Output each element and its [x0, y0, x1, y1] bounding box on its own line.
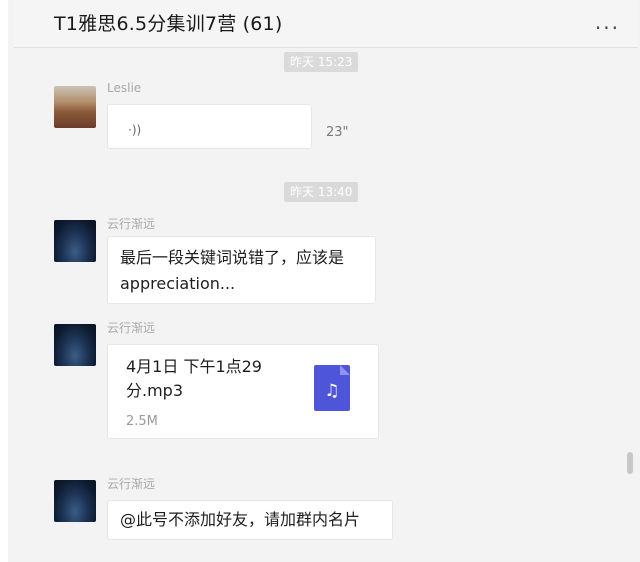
avatar[interactable]	[54, 480, 96, 522]
sender-name: 云行渐远	[107, 321, 156, 335]
file-message-card[interactable]: 4月1日 下午1点29分.mp3 2.5M ♫	[107, 344, 379, 439]
music-file-icon: ♫	[314, 365, 350, 411]
more-options-button[interactable]: ...	[595, 10, 620, 34]
file-name: 4月1日 下午1点29分.mp3	[126, 357, 262, 400]
window-left-edge	[0, 0, 8, 562]
message-text: @此号不添加好友，请加群内名片	[120, 510, 361, 529]
message-text-line: appreciation...	[120, 274, 236, 293]
chat-title: T1雅思6.5分集训7营 (61)	[54, 13, 283, 35]
time-separator: 昨天 15:23	[284, 52, 359, 72]
chat-header: T1雅思6.5分集训7营 (61) ...	[14, 0, 638, 48]
sender-name: 云行渐远	[107, 217, 156, 231]
voice-icon: ·))	[128, 123, 142, 137]
voice-message-bubble[interactable]: ·))	[107, 104, 312, 149]
file-size: 2.5M	[126, 414, 158, 429]
avatar[interactable]	[54, 220, 96, 262]
chat-window: T1雅思6.5分集训7营 (61) ... 昨天 15:23 Leslie ·)…	[0, 0, 640, 562]
voice-duration: 23"	[326, 125, 349, 140]
sender-name: Leslie	[107, 81, 142, 95]
text-message-bubble[interactable]: @此号不添加好友，请加群内名片	[107, 500, 393, 540]
music-note-icon: ♫	[324, 381, 340, 401]
message-text-line: 最后一段关键词说错了，应该是	[120, 248, 345, 267]
sender-name: 云行渐远	[107, 477, 156, 491]
text-message-bubble[interactable]: 最后一段关键词说错了，应该是 appreciation...	[107, 236, 376, 304]
scrollbar-thumb[interactable]	[627, 452, 633, 474]
message-list[interactable]: 昨天 15:23 Leslie ·)) 23" 昨天 13:40 云行渐远 最后…	[14, 48, 638, 562]
time-separator: 昨天 13:40	[284, 182, 359, 202]
avatar[interactable]	[54, 86, 96, 128]
avatar[interactable]	[54, 324, 96, 366]
